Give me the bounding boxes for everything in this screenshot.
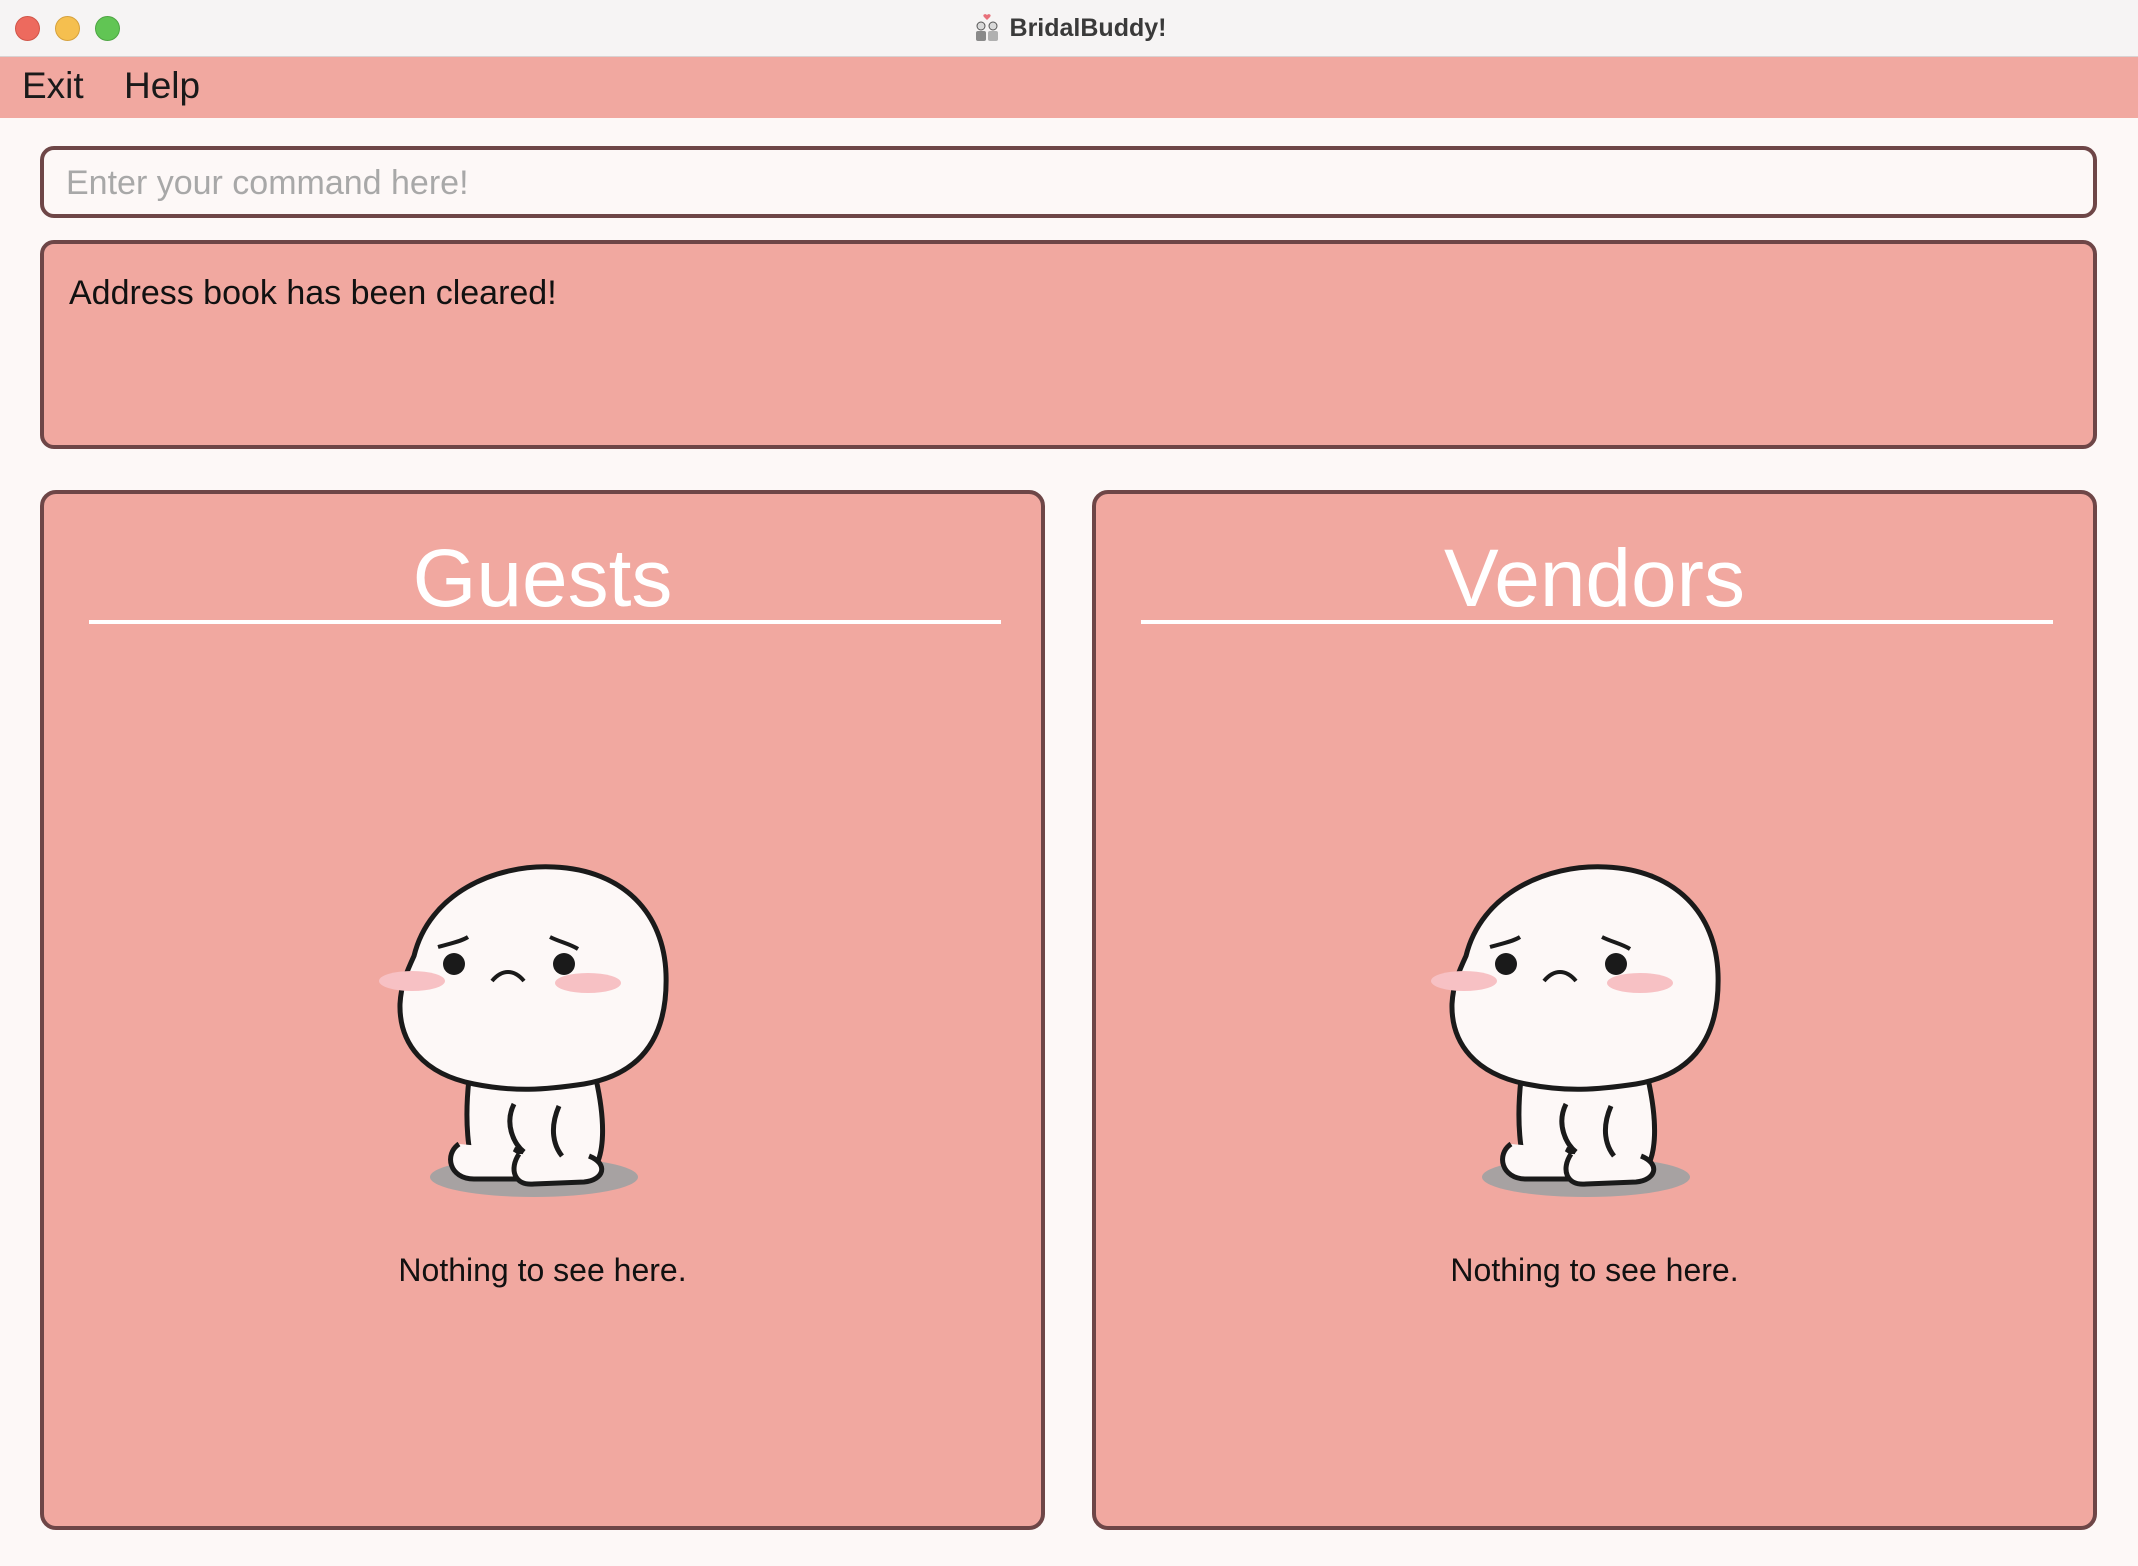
title-bar[interactable]: BridalBuddy! bbox=[0, 0, 2138, 57]
vendors-title-divider bbox=[1141, 620, 2053, 624]
menu-help[interactable]: Help bbox=[124, 65, 200, 107]
vendors-panel-title: Vendors bbox=[1444, 533, 1745, 624]
vendors-empty-message: Nothing to see here. bbox=[1450, 1252, 1739, 1288]
guests-panel-title: Guests bbox=[412, 533, 673, 624]
window-title-group: BridalBuddy! bbox=[0, 0, 2138, 56]
sad-mascot-icon bbox=[379, 864, 669, 1197]
app-window: BridalBuddy! Exit Help Address book has … bbox=[0, 0, 2138, 1566]
app-couple-icon bbox=[975, 14, 998, 41]
vendors-panel: Vendors Nothing to see here. bbox=[1092, 490, 2097, 1530]
menu-exit[interactable]: Exit bbox=[22, 65, 84, 107]
guests-empty-message: Nothing to see here. bbox=[398, 1252, 687, 1288]
guests-panel: Guests Nothing to see here. bbox=[40, 490, 1045, 1530]
guests-title-divider bbox=[89, 620, 1001, 624]
result-display: Address book has been cleared! bbox=[40, 240, 2097, 449]
result-message: Address book has been cleared! bbox=[69, 274, 557, 312]
sad-mascot-icon bbox=[1431, 864, 1721, 1197]
menu-bar: Exit Help bbox=[0, 57, 2138, 118]
command-box bbox=[40, 146, 2097, 218]
command-input[interactable] bbox=[64, 150, 2068, 216]
window-title: BridalBuddy! bbox=[1009, 13, 1167, 42]
